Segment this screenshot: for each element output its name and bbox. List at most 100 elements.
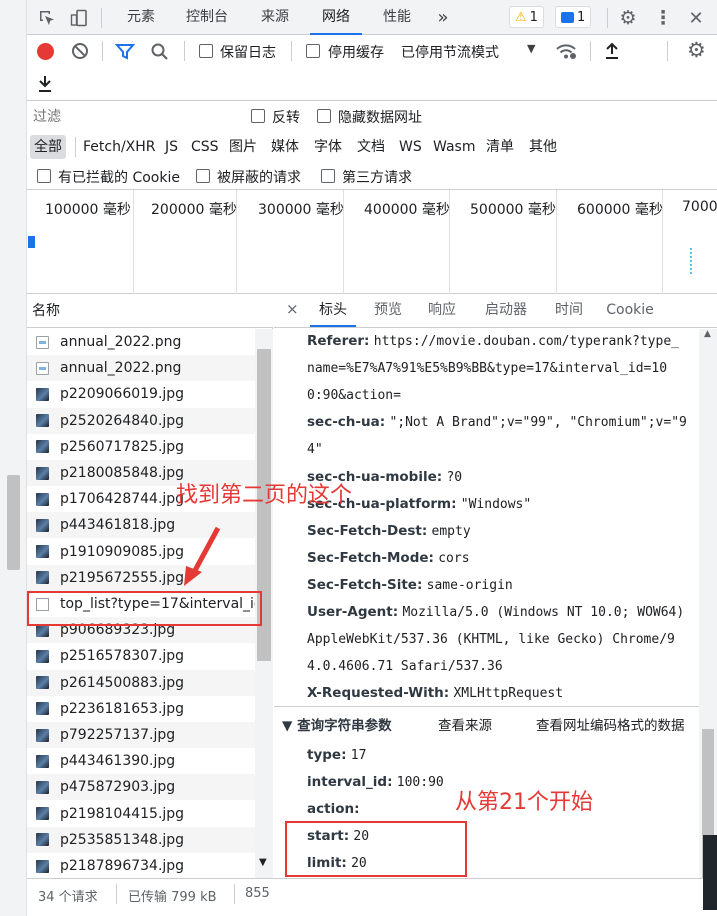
network-overview-timeline[interactable]: 100000 毫秒 200000 毫秒 300000 毫秒 400000 毫秒 …: [27, 190, 717, 294]
request-row[interactable]: p2560717825.jpg: [27, 433, 255, 460]
type-all[interactable]: 全部: [30, 135, 66, 159]
image-file-icon: [36, 466, 49, 480]
hide-data-urls-checkbox[interactable]: [317, 109, 331, 123]
header-line: Sec-Fetch-Mode: cors: [307, 545, 707, 572]
warnings-badge[interactable]: ⚠ 1: [509, 6, 544, 28]
close-devtools-icon[interactable]: ✕: [685, 7, 707, 29]
image-file-icon: [36, 649, 49, 663]
tab-console[interactable]: 控制台: [175, 0, 239, 35]
tab-response[interactable]: 响应: [420, 294, 464, 327]
request-row[interactable]: p792257137.jpg: [27, 722, 255, 748]
throttle-select[interactable]: 已停用节流模式: [401, 42, 499, 62]
type-other[interactable]: 其他: [525, 135, 561, 159]
third-party-checkbox[interactable]: [321, 169, 335, 183]
disable-cache-checkbox[interactable]: [306, 44, 320, 58]
tab-preview[interactable]: 预览: [366, 294, 410, 327]
blocked-requests-checkbox[interactable]: [196, 169, 210, 183]
filter-input[interactable]: [30, 106, 235, 127]
more-options-icon[interactable]: ⋮: [652, 7, 674, 29]
tab-sources[interactable]: 来源: [249, 0, 301, 35]
search-icon[interactable]: [150, 42, 170, 66]
request-row[interactable]: p2187896734.jpg: [27, 853, 255, 879]
network-toolbar-row2: [27, 68, 717, 101]
header-line: 0:90&action=: [307, 382, 707, 409]
preserve-log-checkbox[interactable]: [199, 44, 213, 58]
tab-headers[interactable]: 标头: [310, 294, 356, 327]
request-row[interactable]: annual_2022.png: [27, 355, 255, 382]
network-settings-gear-icon[interactable]: ⚙: [687, 38, 706, 62]
tab-elements[interactable]: 元素: [115, 0, 167, 35]
details-scrollbar[interactable]: ▲: [699, 329, 717, 879]
tab-timing[interactable]: 时间: [547, 294, 591, 327]
outer-scrollbar-thumb[interactable]: [7, 475, 20, 570]
divider: [590, 41, 591, 61]
name-column-header[interactable]: 名称: [27, 294, 273, 328]
throttle-dropdown-icon[interactable]: ▼: [527, 42, 535, 55]
scroll-up-arrow-icon[interactable]: ▲: [704, 329, 711, 339]
request-row[interactable]: p2236181653.jpg: [27, 695, 255, 722]
header-value: empty: [431, 523, 471, 539]
request-headers-list: Referer: https://movie.douban.com/typera…: [274, 328, 699, 706]
type-doc[interactable]: 文档: [353, 135, 389, 159]
network-conditions-icon[interactable]: [555, 41, 577, 65]
request-row[interactable]: p2535851348.jpg: [27, 826, 255, 853]
disable-cache-label: 停用缓存: [328, 45, 384, 61]
type-media[interactable]: 媒体: [267, 135, 303, 159]
tab-network[interactable]: 网络: [310, 0, 362, 35]
view-source-link[interactable]: 查看来源: [438, 714, 492, 734]
request-row[interactable]: p2209066019.jpg: [27, 381, 255, 408]
header-line: 4": [307, 436, 707, 463]
clear-icon[interactable]: [72, 43, 88, 59]
messages-badge[interactable]: 1: [555, 6, 592, 28]
type-img[interactable]: 图片: [225, 135, 261, 159]
record-icon[interactable]: [37, 43, 54, 60]
close-details-icon[interactable]: ×: [286, 300, 299, 318]
scroll-down-arrow-icon[interactable]: ▼: [259, 857, 267, 868]
header-value: https://movie.douban.com/typerank?type_: [373, 334, 679, 349]
param-value: 100:90: [396, 775, 444, 790]
request-row[interactable]: p443461390.jpg: [27, 748, 255, 775]
image-file-icon: [36, 571, 49, 585]
query-string-title[interactable]: ▼ 查询字符串参数: [282, 714, 392, 734]
more-tabs-button[interactable]: »: [431, 0, 455, 35]
export-har-icon[interactable]: [37, 75, 53, 97]
request-row[interactable]: p475872903.jpg: [27, 774, 255, 801]
settings-gear-icon[interactable]: ⚙: [617, 7, 639, 29]
type-ws[interactable]: WS: [395, 135, 426, 159]
header-name: Sec-Fetch-Mode:: [307, 549, 434, 566]
blocked-cookies-checkbox[interactable]: [37, 169, 51, 183]
type-font[interactable]: 字体: [310, 135, 346, 159]
request-row[interactable]: p2614500883.jpg: [27, 669, 255, 696]
tab-cookies[interactable]: Cookie: [601, 294, 659, 327]
filter-icon[interactable]: [114, 42, 136, 65]
request-row[interactable]: annual_2022.png: [27, 329, 255, 355]
overview-tick-label: 100000 毫秒: [45, 202, 131, 218]
overview-request-bar: [690, 248, 692, 274]
type-manifest[interactable]: 清单: [482, 135, 518, 159]
overview-tick-label: 200000 毫秒: [151, 202, 237, 218]
image-file-icon: [36, 807, 49, 821]
image-file-icon: [36, 676, 49, 690]
request-name: p1706428744.jpg: [60, 491, 185, 508]
devtools-tabbar: 元素 控制台 来源 网络 性能 » ⚠ 1 1 ⚙ ⋮ ✕: [27, 0, 717, 35]
type-fetch-xhr[interactable]: Fetch/XHR: [79, 135, 160, 159]
tab-performance[interactable]: 性能: [371, 0, 423, 35]
type-css[interactable]: CSS: [187, 135, 223, 159]
view-url-encoded-link[interactable]: 查看网址编码格式的数据: [536, 714, 685, 734]
request-row[interactable]: p2520264840.jpg: [27, 407, 255, 434]
device-toolbar-icon[interactable]: [68, 7, 90, 29]
inspect-element-icon[interactable]: [36, 7, 58, 29]
divider: [667, 41, 668, 61]
header-value: ";Not A Brand";v="99", "Chromium";v="9: [389, 415, 687, 431]
request-row[interactable]: p2516578307.jpg: [27, 643, 255, 670]
request-row[interactable]: p2198104415.jpg: [27, 800, 255, 827]
type-js[interactable]: JS: [161, 135, 182, 159]
window-edge: [703, 835, 717, 910]
type-wasm[interactable]: Wasm: [429, 135, 479, 159]
invert-checkbox[interactable]: [251, 109, 265, 123]
outer-scrollbar[interactable]: [0, 0, 27, 916]
query-string-section-header[interactable]: ▼ 查询字符串参数 查看来源 查看网址编码格式的数据: [274, 706, 717, 738]
import-har-icon[interactable]: [604, 42, 620, 64]
tab-initiator[interactable]: 启动器: [476, 294, 536, 327]
request-list: 名称 annual_2022.png annual_2022.png p220906…: [27, 294, 273, 879]
